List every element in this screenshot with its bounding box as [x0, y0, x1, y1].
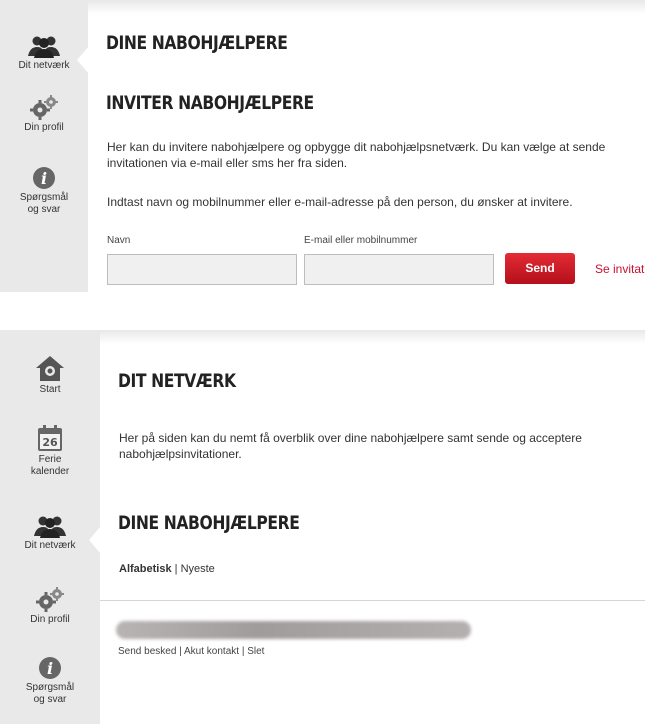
main-content: DIT NETVÆRK Her på siden kan du nemt få … — [100, 330, 645, 724]
page-title: DINE NABOHJÆLPERE — [106, 32, 288, 54]
calendar-day: 26 — [42, 436, 58, 449]
sidebar-item-start[interactable]: Start — [0, 354, 100, 396]
network-panel: Start 26 Ferie kalender Dit netværk Din … — [0, 330, 645, 724]
home-icon — [36, 356, 64, 381]
action-separator: | — [179, 646, 182, 657]
sidebar-item-network[interactable]: Dit netværk — [0, 34, 89, 74]
urgent-contact-link[interactable]: Akut kontakt — [184, 646, 239, 657]
sidebar-item-label: Dit netværk — [24, 540, 76, 551]
main-content: DINE NABOHJÆLPERE INVITER NABOHJÆLPERE H… — [88, 0, 645, 292]
sidebar-item-profile[interactable]: Din profil — [0, 94, 88, 134]
sidebar-nav: Start 26 Ferie kalender Dit netværk Din … — [0, 330, 101, 724]
gears-icon — [36, 587, 64, 612]
section-title: INVITER NABOHJÆLPERE — [106, 92, 314, 114]
redacted-contact-name — [116, 621, 471, 639]
info-icon: i — [39, 657, 61, 679]
contact-input[interactable] — [304, 254, 494, 285]
action-separator: | — [241, 646, 245, 657]
svg-text:i: i — [41, 169, 47, 188]
sidebar-item-faq[interactable]: i Spørgsmål og svar — [0, 166, 88, 216]
gears-icon — [30, 95, 58, 120]
sidebar-item-label: Din profil — [30, 614, 70, 625]
sidebar-item-faq[interactable]: i Spørgsmål og svar — [0, 656, 100, 706]
name-input[interactable] — [107, 254, 297, 285]
sidebar-item-label: Spørgsmål — [19, 192, 69, 203]
calendar-icon: 26 — [38, 425, 62, 451]
name-label: Navn — [107, 235, 131, 246]
send-message-link[interactable]: Send besked — [118, 646, 176, 657]
sidebar-item-profile[interactable]: Din profil — [0, 586, 100, 626]
intro-text: Her kan du invitere nabohjælpere og opby… — [107, 140, 606, 170]
content-top-shadow — [88, 0, 645, 14]
sidebar-item-label: Start — [39, 384, 61, 395]
divider — [100, 600, 645, 601]
info-icon: i — [33, 167, 55, 189]
sidebar-nav: Dit netværk Din profil i Spørgsmål og sv… — [0, 0, 89, 292]
see-invitations-link[interactable]: Se invitatio — [595, 262, 645, 276]
page-title: DIT NETVÆRK — [118, 370, 236, 392]
contact-label: E-mail eller mobilnummer — [304, 235, 418, 246]
content-top-shadow — [100, 330, 645, 344]
sidebar-item-label: kalender — [30, 466, 70, 477]
sidebar-item-label: Din profil — [24, 122, 64, 133]
sort-options: Alfabetisk | Nyeste — [119, 563, 215, 575]
sort-separator: | — [174, 563, 178, 575]
sidebar-item-label: Ferie — [38, 454, 62, 465]
intro-text: Her på siden kan du nemt få overblik ove… — [119, 431, 582, 461]
sidebar-item-label: og svar — [33, 694, 67, 705]
people-icon — [28, 36, 60, 58]
send-button[interactable]: Send — [505, 253, 575, 284]
sort-newest[interactable]: Nyeste — [181, 563, 215, 575]
sidebar-item-label: og svar — [27, 204, 61, 215]
invite-panel: Dit netværk Din profil i Spørgsmål og sv… — [0, 0, 645, 292]
sidebar-item-calendar[interactable]: 26 Ferie kalender — [0, 424, 100, 478]
contact-actions: Send besked | Akut kontakt | Slet — [118, 646, 264, 657]
sidebar-item-network[interactable]: Dit netværk — [0, 514, 101, 554]
instruction-text: Indtast navn og mobilnummer eller e-mail… — [107, 195, 573, 209]
delete-link[interactable]: Slet — [247, 646, 264, 657]
section-title: DINE NABOHJÆLPERE — [118, 512, 300, 534]
sidebar-item-label: Dit netværk — [18, 60, 70, 71]
sidebar-item-label: Spørgsmål — [25, 682, 75, 693]
people-icon — [34, 516, 66, 538]
sort-alphabetical[interactable]: Alfabetisk — [119, 563, 172, 575]
svg-text:i: i — [47, 659, 53, 678]
